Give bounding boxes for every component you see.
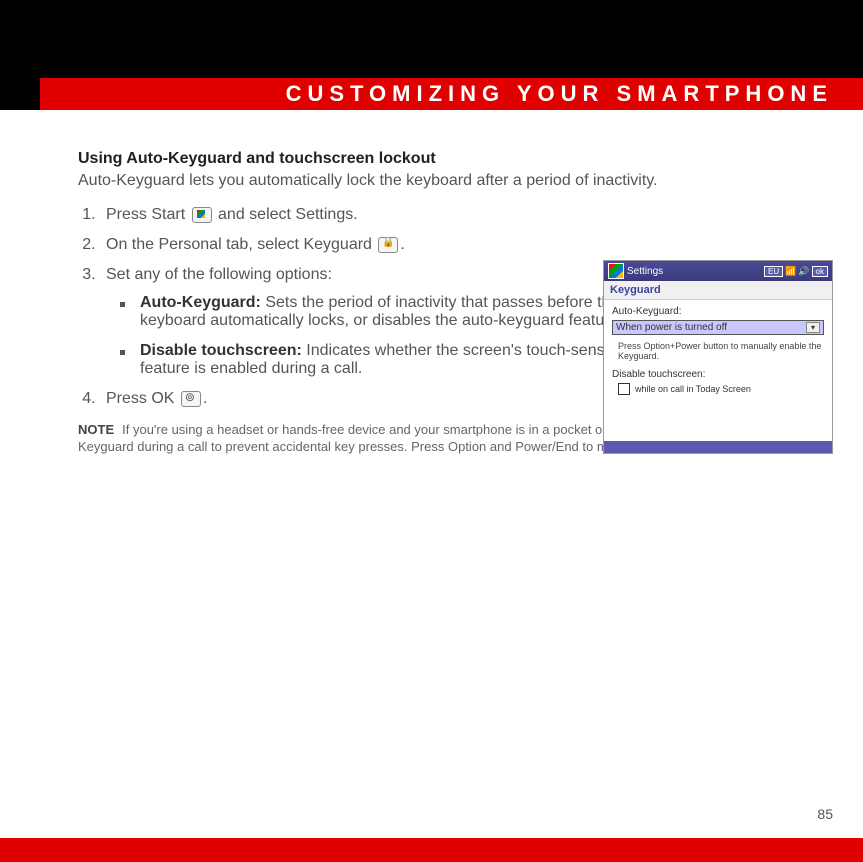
top-black-band bbox=[0, 0, 863, 78]
screenshot-titlebar: Settings EU 📶 🔊 ok bbox=[604, 261, 832, 281]
signal-icon: 📶 bbox=[785, 266, 796, 277]
option-1-label: Auto-Keyguard: bbox=[140, 294, 261, 311]
step-2: On the Personal tab, select Keyguard . bbox=[100, 236, 833, 254]
keyguard-screenshot: Settings EU 📶 🔊 ok Keyguard Auto-Keyguar… bbox=[603, 260, 833, 454]
auto-keyguard-label: Auto-Keyguard: bbox=[612, 306, 824, 317]
screenshot-body: Auto-Keyguard: When power is turned off … bbox=[604, 300, 832, 401]
windows-flag-icon bbox=[608, 263, 624, 279]
checkbox-row: while on call in Today Screen bbox=[618, 383, 824, 395]
step-2-text-b: . bbox=[400, 236, 404, 253]
ok-icon bbox=[181, 391, 201, 407]
step-4-text-b: . bbox=[203, 390, 207, 407]
section-intro: Auto-Keyguard lets you automatically loc… bbox=[78, 172, 833, 190]
dropdown-value: When power is turned off bbox=[616, 322, 727, 333]
keyguard-hint: Press Option+Power button to manually en… bbox=[618, 341, 824, 361]
note-label: NOTE bbox=[78, 422, 114, 437]
footer-red-band bbox=[0, 838, 863, 862]
disable-touchscreen-label: Disable touchscreen: bbox=[612, 369, 824, 380]
lock-icon bbox=[378, 237, 398, 253]
option-2-label: Disable touchscreen: bbox=[140, 342, 302, 359]
checkbox-label: while on call in Today Screen bbox=[635, 384, 751, 394]
screenshot-app-title: Keyguard bbox=[604, 281, 832, 300]
screenshot-bottom-bar bbox=[604, 441, 832, 453]
step-1: Press Start and select Settings. bbox=[100, 206, 833, 224]
step-4-text-a: Press OK bbox=[106, 390, 179, 407]
chevron-down-icon: ▾ bbox=[806, 322, 820, 333]
section-title: Using Auto-Keyguard and touchscreen lock… bbox=[78, 150, 833, 168]
titlebar-right-icons: EU 📶 🔊 ok bbox=[764, 266, 828, 277]
option-auto-keyguard: Auto-Keyguard: Sets the period of inacti… bbox=[128, 294, 650, 330]
auto-keyguard-dropdown: When power is turned off ▾ bbox=[612, 320, 824, 335]
ok-button-titlebar: ok bbox=[812, 266, 828, 277]
screenshot-titlebar-label: Settings bbox=[627, 266, 663, 277]
chapter-title: CUSTOMIZING YOUR SMARTPHONE bbox=[0, 78, 863, 110]
step-1-text-b: and select Settings. bbox=[214, 206, 358, 223]
checkbox-icon bbox=[618, 383, 630, 395]
step-1-text-a: Press Start bbox=[106, 206, 190, 223]
step-2-text-a: On the Personal tab, select Keyguard bbox=[106, 236, 376, 253]
status-eu-badge: EU bbox=[764, 266, 783, 277]
start-icon bbox=[192, 207, 212, 223]
speaker-icon: 🔊 bbox=[798, 266, 809, 277]
page-number: 85 bbox=[817, 806, 833, 822]
option-disable-touchscreen: Disable touchscreen: Indicates whether t… bbox=[128, 342, 650, 378]
step-3-text: Set any of the following options: bbox=[106, 266, 332, 283]
